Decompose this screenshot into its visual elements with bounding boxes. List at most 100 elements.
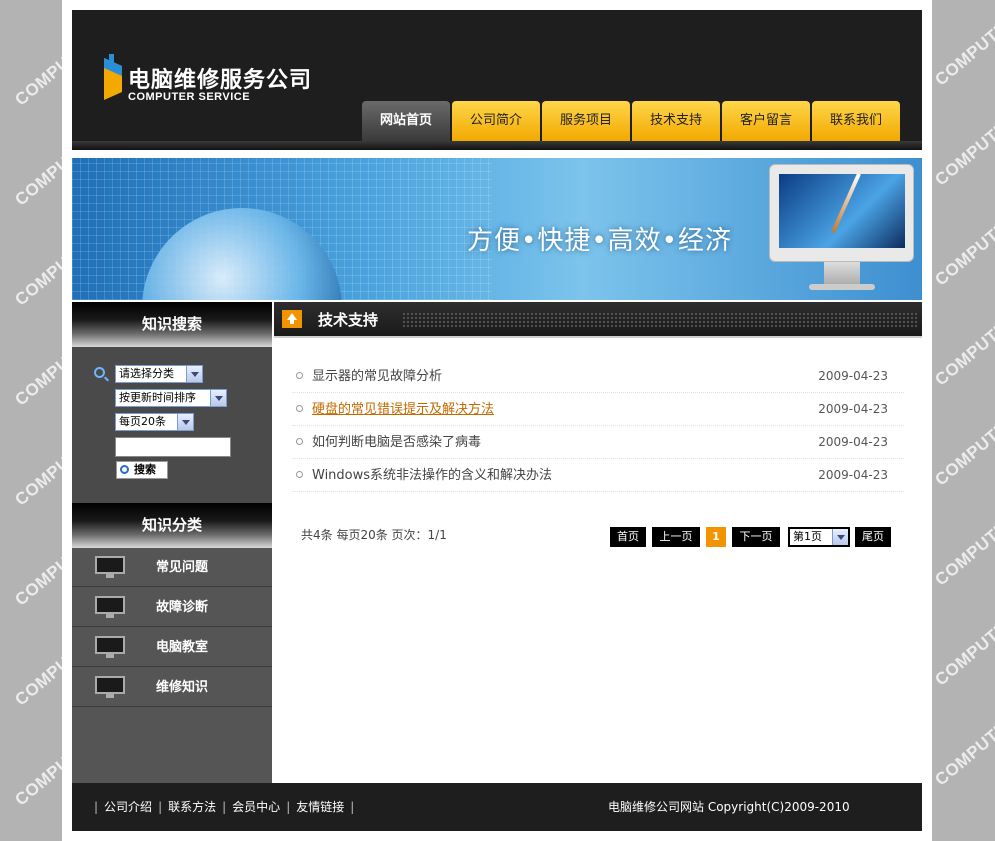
watermark-text: COMPUTER	[932, 9, 995, 90]
page-frame: 电脑维修服务公司 COMPUTER SERVICE 网站首页 公司简介 服务项目…	[62, 0, 932, 841]
watermark-text: COMPUTER	[932, 209, 995, 290]
footer-separator: |	[286, 800, 291, 814]
category-label: 维修知识	[156, 680, 209, 695]
watermark-text: COMPUTER	[11, 529, 62, 610]
footer-separator: |	[94, 800, 99, 814]
category-label: 故障诊断	[156, 600, 209, 615]
nav-item-support[interactable]: 技术支持	[632, 101, 720, 141]
section-title: 技术支持	[318, 311, 379, 329]
watermark-text: COMPUTER	[932, 609, 995, 690]
chevron-down-icon	[186, 366, 202, 382]
search-icon	[94, 367, 105, 378]
bullet-icon	[296, 405, 303, 412]
nav-item-about[interactable]: 公司简介	[452, 101, 540, 141]
category-label: 电脑教室	[156, 640, 209, 655]
nav-item-home[interactable]: 网站首页	[362, 101, 450, 141]
nav-item-services[interactable]: 服务项目	[542, 101, 630, 141]
article-link[interactable]: Windows系统非法操作的含义和解决办法	[312, 459, 552, 492]
page-container: 电脑维修服务公司 COMPUTER SERVICE 网站首页 公司简介 服务项目…	[72, 10, 922, 831]
first-page-button[interactable]: 首页	[610, 527, 646, 547]
list-item: 硬盘的常见错误提示及解决方法 2009-04-23	[292, 393, 904, 426]
article-date: 2009-04-23	[818, 468, 888, 482]
logo-subtitle: COMPUTER SERVICE	[128, 91, 251, 103]
monitor-icon	[95, 556, 125, 578]
chevron-down-icon	[832, 529, 848, 545]
footer-separator: |	[350, 800, 355, 814]
section-header: 技术支持	[274, 302, 922, 338]
pager-info: 共4条 每页20条 页次：1/1	[301, 528, 447, 542]
main-nav: 网站首页 公司简介 服务项目 技术支持 客户留言 联系我们	[362, 101, 902, 141]
site-footer: | 公司介绍 | 联系方法 | 会员中心 | 友情链接 | 电脑维修公司网站 C…	[72, 783, 922, 831]
arrow-up-icon	[282, 310, 302, 328]
footer-link-members[interactable]: 会员中心	[232, 783, 280, 831]
article-date: 2009-04-23	[818, 369, 888, 383]
category-item[interactable]: 常见问题	[72, 548, 272, 587]
footer-link-friends[interactable]: 友情链接	[296, 783, 344, 831]
search-button[interactable]: 搜索	[116, 461, 168, 479]
watermark-text: COMPUTER	[11, 629, 62, 710]
watermark-text: COMPUTER	[11, 329, 62, 410]
logo-title: 电脑维修服务公司	[128, 67, 313, 92]
chevron-down-icon	[177, 414, 193, 430]
watermark-text: COMPUTER	[11, 429, 62, 510]
bullet-icon	[296, 438, 303, 445]
search-section-title: 知识搜索	[72, 302, 272, 347]
bullet-icon	[296, 471, 303, 478]
category-select[interactable]: 请选择分类	[115, 365, 203, 383]
logo-icon	[104, 54, 122, 100]
article-date: 2009-04-23	[818, 402, 888, 416]
per-page-select[interactable]: 每页20条	[115, 413, 194, 431]
category-item[interactable]: 故障诊断	[72, 588, 272, 627]
list-item: 如何判断电脑是否感染了病毒 2009-04-23	[292, 426, 904, 459]
watermark-text: COMPUTER	[932, 709, 995, 790]
category-item[interactable]: 电脑教室	[72, 628, 272, 667]
chevron-down-icon	[210, 390, 226, 406]
last-page-button[interactable]: 尾页	[855, 527, 891, 547]
site-header: 电脑维修服务公司 COMPUTER SERVICE 网站首页 公司简介 服务项目…	[72, 10, 922, 150]
search-panel: 请选择分类 按更新时间排序 每页20条 搜索	[72, 347, 272, 503]
banner-tagline: 方便•快捷•高效•经济	[467, 226, 733, 256]
footer-link-about[interactable]: 公司介绍	[104, 783, 152, 831]
watermark-text: COMPUTER	[932, 509, 995, 590]
search-icon	[120, 465, 129, 474]
page-select[interactable]: 第1页	[788, 527, 850, 547]
sort-select-value: 按更新时间排序	[119, 391, 196, 404]
bullet-icon	[296, 372, 303, 379]
hero-banner: 方便•快捷•高效•经济	[72, 158, 922, 300]
search-button-label: 搜索	[134, 463, 156, 476]
article-list: 显示器的常见故障分析 2009-04-23 硬盘的常见错误提示及解决方法 200…	[292, 360, 904, 492]
monitor-illustration	[769, 164, 914, 294]
list-item: Windows系统非法操作的含义和解决办法 2009-04-23	[292, 459, 904, 492]
category-section-title: 知识分类	[72, 503, 272, 548]
category-item[interactable]: 维修知识	[72, 668, 272, 707]
monitor-icon	[95, 636, 125, 658]
nav-item-guestbook[interactable]: 客户留言	[722, 101, 810, 141]
sort-select[interactable]: 按更新时间排序	[115, 389, 227, 407]
monitor-icon	[95, 596, 125, 618]
footer-separator: |	[158, 800, 163, 814]
per-page-select-value: 每页20条	[119, 415, 166, 428]
watermark-text: COMPUTER	[11, 29, 62, 110]
article-link[interactable]: 硬盘的常见错误提示及解决方法	[312, 393, 494, 426]
footer-link-contact[interactable]: 联系方法	[168, 783, 216, 831]
watermark-text: COMPUTER	[11, 229, 62, 310]
sidebar: 知识搜索 请选择分类 按更新时间排序 每页20条 搜索 知识分类 常见问题 故障…	[72, 302, 272, 783]
next-page-button[interactable]: 下一页	[732, 527, 780, 547]
keyword-input[interactable]	[115, 437, 231, 457]
article-link[interactable]: 显示器的常见故障分析	[312, 360, 442, 393]
watermark-text: COMPUTER	[932, 309, 995, 390]
site-logo[interactable]: 电脑维修服务公司 COMPUTER SERVICE	[100, 50, 330, 110]
watermark-text: COMPUTER	[932, 109, 995, 190]
page-select-value: 第1页	[793, 530, 822, 543]
list-item: 显示器的常见故障分析 2009-04-23	[292, 360, 904, 393]
main-content: 技术支持 显示器的常见故障分析 2009-04-23 硬盘的常见错误提示及解决方…	[272, 302, 922, 783]
prev-page-button[interactable]: 上一页	[652, 527, 700, 547]
header-divider	[72, 141, 922, 150]
watermark-text: COMPUTER	[11, 729, 62, 810]
current-page-button[interactable]: 1	[706, 527, 726, 547]
monitor-icon	[95, 676, 125, 698]
footer-nav: | 公司介绍 | 联系方法 | 会员中心 | 友情链接 |	[88, 783, 360, 831]
category-label: 常见问题	[156, 560, 209, 575]
nav-item-contact[interactable]: 联系我们	[812, 101, 900, 141]
article-link[interactable]: 如何判断电脑是否感染了病毒	[312, 426, 481, 459]
